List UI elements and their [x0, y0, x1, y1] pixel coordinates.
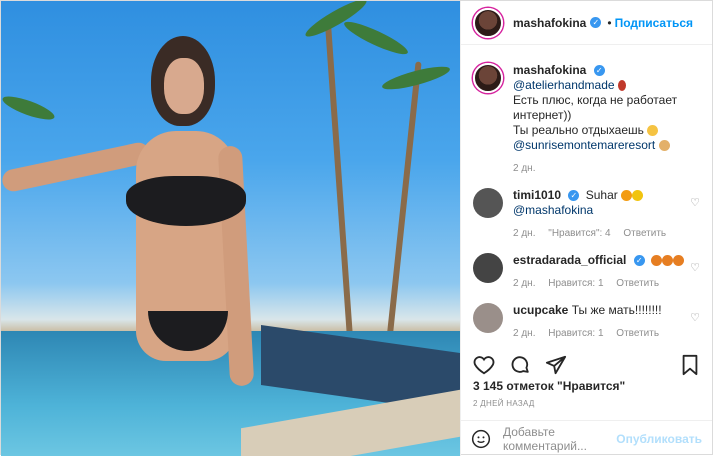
comment-item: timi1010 ✓ Suhar @mashafokina 2 дн. "Нра…: [461, 180, 712, 245]
avatar[interactable]: [473, 188, 503, 218]
reply-button[interactable]: Ответить: [623, 228, 666, 239]
caption-resort-mention[interactable]: @sunrisemontemareresort: [513, 138, 655, 152]
post-date[interactable]: 2 ДНЕЙ НАЗАД: [473, 399, 535, 408]
comment-icon[interactable]: [509, 354, 531, 376]
comment-username[interactable]: ucupcake: [513, 303, 568, 317]
caption-text-2: Ты реально отдыхаешь: [513, 123, 644, 137]
verified-icon: ✓: [633, 255, 645, 267]
comments-list: mashafokina ✓ @atelierhandmade Есть плюс…: [461, 55, 712, 345]
comment-input[interactable]: Добавьте комментарий...: [503, 425, 616, 453]
verified-icon: ✓: [590, 17, 602, 28]
instagram-post: mashafokina ✓ • Подписаться mashafokina …: [0, 0, 713, 456]
comment-text: Suhar: [585, 188, 618, 202]
likes-count[interactable]: 3 145 отметок "Нравится": [473, 379, 625, 393]
heart-icon[interactable]: [473, 354, 495, 376]
emoji-icon: [617, 80, 626, 92]
palm-trunk: [386, 61, 422, 341]
comment-age[interactable]: 2 дн.: [513, 328, 535, 339]
palm-trunk: [324, 21, 354, 341]
comment-text: Ты же мать!!!!!!!!: [571, 303, 662, 317]
emoji-icon: [673, 255, 685, 267]
comment-item: ucupcake Ты же мать!!!!!!!! 2 дн. Нравит…: [461, 295, 712, 345]
avatar[interactable]: [473, 253, 503, 283]
heart-icon[interactable]: ♡: [686, 261, 700, 291]
caption-text: Есть плюс, когда не работает интернет)): [513, 93, 678, 122]
comment-item: estradarada_official ✓ 2 дн. Нравится: 1…: [461, 245, 712, 295]
caption: mashafokina ✓ @atelierhandmade Есть плюс…: [461, 55, 712, 180]
caption-username[interactable]: mashafokina: [513, 63, 586, 77]
emoji-icon[interactable]: [471, 429, 491, 449]
woman-figure: [1, 36, 276, 431]
avatar[interactable]: [473, 63, 503, 93]
reply-button[interactable]: Ответить: [616, 328, 659, 339]
comment-likes[interactable]: "Нравится": 4: [548, 228, 610, 239]
follow-button[interactable]: Подписаться: [615, 16, 693, 30]
comment-age[interactable]: 2 дн.: [513, 278, 535, 289]
comment-username[interactable]: estradarada_official: [513, 253, 626, 267]
post-sidebar: mashafokina ✓ • Подписаться mashafokina …: [460, 1, 712, 456]
bookmark-icon[interactable]: [680, 354, 700, 376]
emoji-icon: [647, 125, 659, 137]
emoji-icon: [621, 190, 633, 202]
action-bar: [473, 353, 700, 377]
comment-likes[interactable]: Нравится: 1: [548, 278, 603, 289]
post-photo[interactable]: [1, 1, 460, 456]
heart-icon[interactable]: ♡: [686, 311, 700, 341]
palm-frond: [341, 16, 411, 60]
emoji-icon: [662, 255, 674, 267]
avatar[interactable]: [473, 7, 503, 38]
palm-frond: [1, 92, 57, 124]
share-icon[interactable]: [545, 354, 567, 376]
comment-mention[interactable]: @mashafokina: [513, 203, 593, 217]
reply-button[interactable]: Ответить: [616, 278, 659, 289]
comment-age[interactable]: 2 дн.: [513, 228, 535, 239]
post-header: mashafokina ✓ • Подписаться: [461, 1, 712, 45]
emoji-icon: [651, 255, 663, 267]
comment-username[interactable]: timi1010: [513, 188, 561, 202]
add-comment-bar: Добавьте комментарий... Опубликовать: [461, 420, 712, 456]
caption-age[interactable]: 2 дн.: [513, 163, 535, 174]
verified-icon: ✓: [593, 65, 605, 77]
publish-button[interactable]: Опубликовать: [616, 432, 702, 446]
username[interactable]: mashafokina: [513, 16, 586, 30]
emoji-icon: [632, 190, 644, 202]
avatar[interactable]: [473, 303, 503, 333]
comment-likes[interactable]: Нравится: 1: [548, 328, 603, 339]
verified-icon: ✓: [568, 190, 580, 202]
heart-icon[interactable]: ♡: [686, 196, 700, 241]
caption-mention[interactable]: @atelierhandmade: [513, 78, 615, 92]
emoji-icon: [658, 140, 670, 152]
